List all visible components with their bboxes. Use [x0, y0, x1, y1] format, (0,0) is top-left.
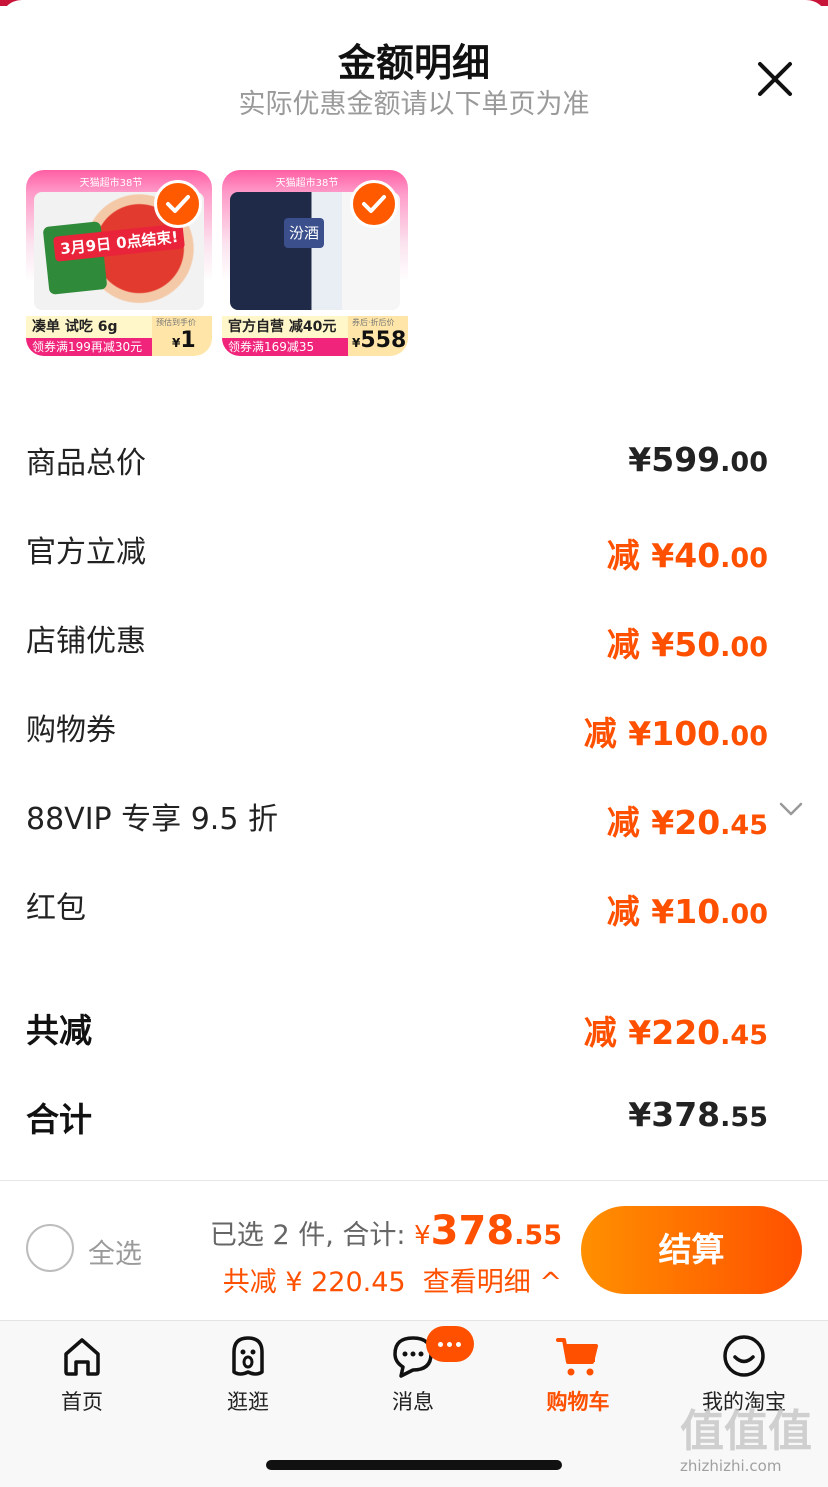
- product-box-label: 汾酒: [284, 218, 324, 248]
- coupon-band: 领券满169减35: [222, 338, 348, 356]
- value-decimal: .00: [720, 543, 768, 574]
- close-icon: [758, 62, 792, 96]
- value-integer: ¥50: [651, 625, 721, 664]
- footer-discount-text: 共减 ¥ 220.45: [222, 1267, 406, 1298]
- price-box: 券后·折后价 ¥558: [348, 316, 408, 356]
- product-thumbnail[interactable]: 天猫超市38节 3月9日 0点结束! 凑单 试吃 6g 领券满199再减30元 …: [26, 170, 212, 356]
- checkmark-icon: [166, 195, 190, 213]
- row-value-red-packet: 减 ¥10.00: [607, 885, 768, 933]
- value-decimal: .45: [720, 810, 768, 841]
- tab-home[interactable]: 首页: [22, 1332, 142, 1416]
- value-decimal: .55: [720, 1102, 768, 1133]
- value-decimal: .00: [720, 721, 768, 752]
- value-integer: ¥10: [651, 892, 721, 931]
- row-label-grand-total: 合计: [26, 1100, 92, 1139]
- footer-total-integer: 378: [430, 1208, 515, 1254]
- row-value-store-discount: 减 ¥50.00: [607, 618, 768, 666]
- price-value: 1: [180, 328, 196, 353]
- expand-88vip-button[interactable]: [778, 798, 804, 820]
- sheet-title: 金额明细: [337, 41, 490, 85]
- row-value-official-discount: 减 ¥40.00: [607, 529, 768, 577]
- tab-label: 购物车: [546, 1390, 610, 1414]
- checkout-button[interactable]: 结算: [581, 1206, 802, 1294]
- watermark-url: zhizhizhi.com: [680, 1457, 782, 1475]
- tab-label: 首页: [61, 1390, 103, 1414]
- watermark-logo: 值值值: [680, 1406, 812, 1457]
- product-band: 凑单 试吃 6g: [26, 316, 152, 338]
- home-icon: [64, 1338, 100, 1376]
- value-decimal: .45: [720, 1020, 768, 1051]
- row-value-total-discount: 减 ¥220.45: [584, 1006, 768, 1054]
- footer-total-decimal: .55: [514, 1220, 562, 1251]
- product-select-checkbox[interactable]: [350, 180, 398, 228]
- coupon-band: 领券满199再减30元: [26, 338, 152, 356]
- value-prefix: 减: [583, 714, 629, 753]
- message-badge: [426, 1326, 474, 1362]
- row-label-red-packet: 红包: [26, 891, 86, 926]
- row-label-official-discount: 官方立减: [26, 535, 146, 570]
- row-value-grand-total: ¥378.55: [628, 1095, 768, 1134]
- value-integer: ¥220: [628, 1013, 721, 1052]
- tab-label: 消息: [392, 1390, 434, 1414]
- tab-label: 逛逛: [227, 1390, 269, 1414]
- guang-face-icon: [232, 1336, 264, 1376]
- value-integer: ¥599: [628, 440, 721, 479]
- value-decimal: .00: [720, 632, 768, 663]
- product-thumbnail[interactable]: 天猫超市38节 汾酒 官方自营 减40元 领券满169减35 券后·折后价 ¥5…: [222, 170, 408, 356]
- currency-symbol: ¥: [414, 1221, 431, 1251]
- row-value-88vip: 减 ¥20.45: [607, 796, 768, 844]
- tab-guang[interactable]: 逛逛: [188, 1332, 308, 1416]
- value-integer: ¥20: [651, 803, 721, 842]
- home-indicator: [266, 1460, 562, 1470]
- row-label-total-discount: 共减: [26, 1011, 92, 1050]
- row-label-88vip: 88VIP 专享 9.5 折: [26, 802, 278, 837]
- sheet-subtitle: 实际优惠金额请以下单页为准: [238, 89, 590, 120]
- product-price: ¥558: [352, 328, 406, 353]
- value-prefix: 减: [606, 536, 652, 575]
- detail-link-text: 查看明细 ^: [422, 1267, 562, 1298]
- select-all-label: 全选: [88, 1239, 142, 1270]
- value-decimal: .00: [720, 899, 768, 930]
- tab-cart[interactable]: 购物车: [518, 1332, 638, 1416]
- product-select-checkbox[interactable]: [154, 180, 202, 228]
- row-label-store-discount: 店铺优惠: [26, 624, 146, 659]
- chevron-down-icon: [779, 802, 803, 816]
- value-prefix: 减: [606, 625, 652, 664]
- selected-count-text: 已选 2 件, 合计:: [209, 1220, 406, 1251]
- price-caption: 券后·折后价: [352, 318, 395, 327]
- checkmark-icon: [362, 195, 386, 213]
- close-button[interactable]: [752, 56, 798, 102]
- value-prefix: 减: [606, 803, 652, 842]
- product-price: ¥1: [172, 328, 196, 353]
- value-integer: ¥100: [628, 714, 721, 753]
- cart-icon: [556, 1338, 598, 1376]
- value-integer: ¥378: [628, 1095, 721, 1134]
- row-value-total-price: ¥599.00: [628, 440, 768, 479]
- row-value-shopping-voucher: 减 ¥100.00: [584, 707, 768, 755]
- price-box: 预估到手价 ¥1: [152, 316, 212, 356]
- product-band: 官方自营 减40元: [222, 316, 348, 338]
- value-prefix: 减: [583, 1013, 629, 1052]
- price-caption: 预估到手价: [156, 318, 196, 327]
- watermark: 值值值 zhizhizhi.com: [680, 1395, 820, 1475]
- row-label-shopping-voucher: 购物券: [26, 713, 116, 748]
- divider: [0, 1180, 828, 1181]
- view-detail-link[interactable]: 共减 ¥ 220.45 查看明细 ^: [223, 1260, 562, 1299]
- row-label-total-price: 商品总价: [26, 446, 146, 481]
- value-prefix: 减: [606, 892, 652, 931]
- value-decimal: .00: [720, 447, 768, 478]
- value-integer: ¥40: [651, 536, 721, 575]
- price-value: 558: [360, 328, 407, 353]
- smile-icon: [723, 1335, 765, 1377]
- select-all-checkbox[interactable]: [26, 1224, 74, 1272]
- selected-summary: 已选 2 件, 合计: ¥378.55: [210, 1208, 562, 1254]
